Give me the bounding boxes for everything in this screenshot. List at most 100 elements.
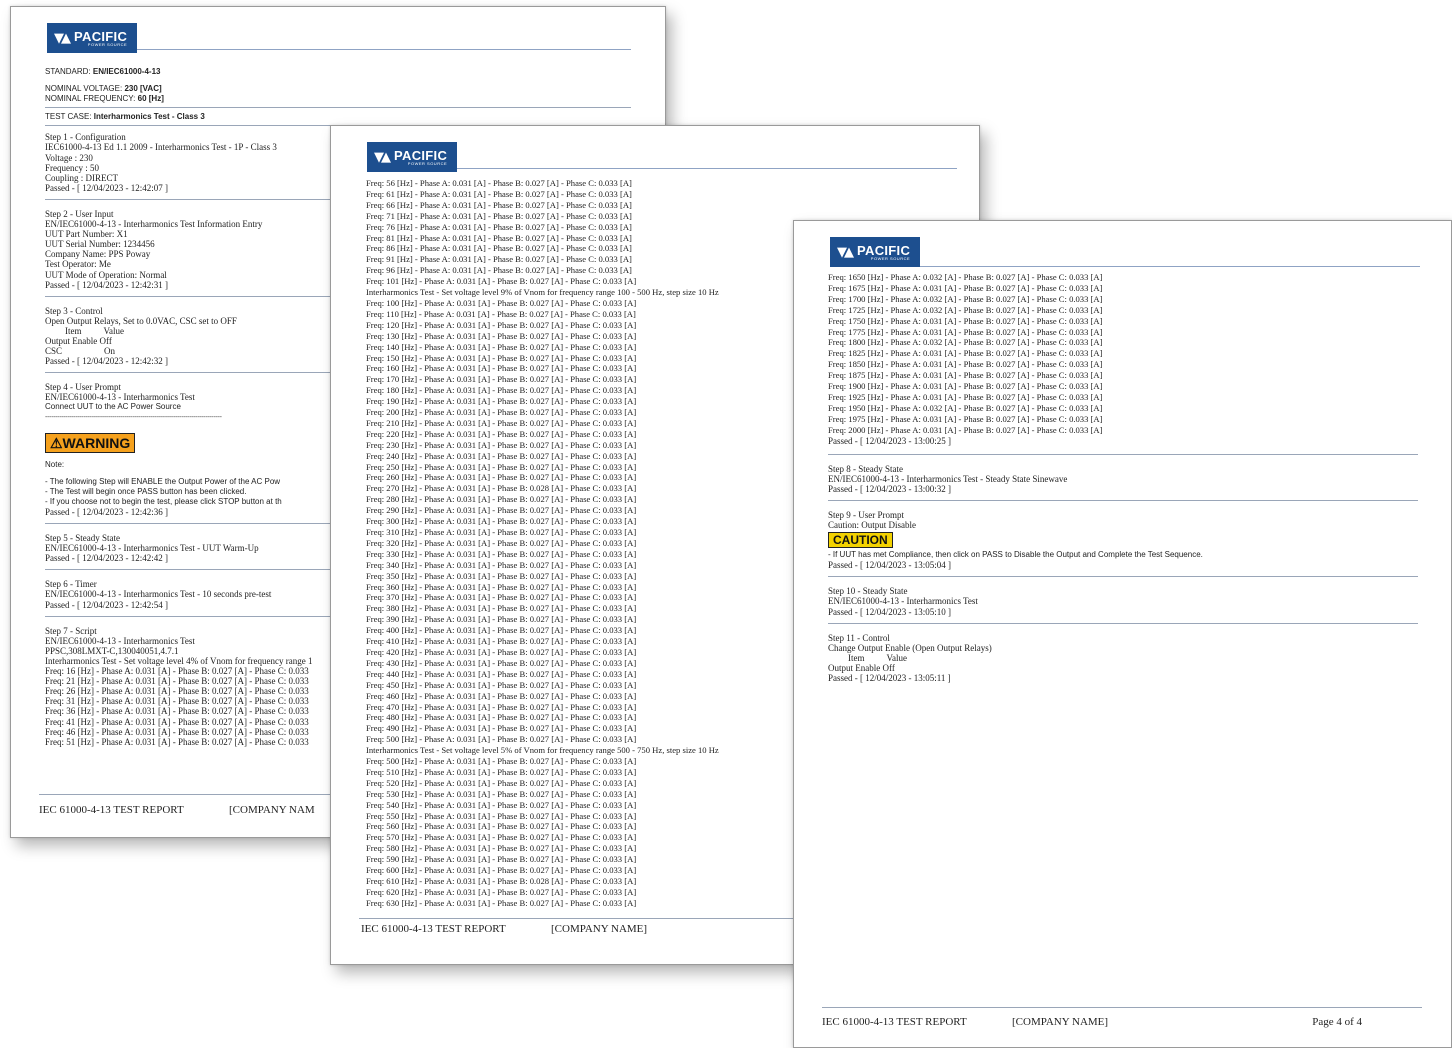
freq-line: Freq: 86 [Hz] - Phase A: 0.031 [A] - Pha… <box>366 243 632 254</box>
freq-line: Freq: 1825 [Hz] - Phase A: 0.031 [A] - P… <box>828 348 1103 359</box>
freq-line: Freq: 1800 [Hz] - Phase A: 0.032 [A] - P… <box>828 337 1103 348</box>
brand-name: PACIFIC <box>857 242 911 258</box>
freq-line: Freq: 81 [Hz] - Phase A: 0.031 [A] - Pha… <box>366 232 632 243</box>
step-8: Step 8 - Steady State EN/IEC61000-4-13 -… <box>828 463 1068 494</box>
pacific-logo-icon: ▼▲ <box>54 30 71 46</box>
step-9: Step 9 - User Prompt Caution: Output Dis… <box>828 509 1203 571</box>
table-cell: Output Enable <box>45 335 98 346</box>
freq-line: Freq: 380 [Hz] - Phase A: 0.031 [A] - Ph… <box>366 603 637 614</box>
frequency-value: 60 [Hz] <box>137 94 164 104</box>
freq-line: Freq: 600 [Hz] - Phase A: 0.031 [A] - Ph… <box>366 865 637 876</box>
freq-line: Freq: 450 [Hz] - Phase A: 0.031 [A] - Ph… <box>366 679 637 690</box>
footer-company: [COMPANY NAME] <box>1012 1016 1109 1028</box>
freq-line: Freq: 101 [Hz] - Phase A: 0.031 [A] - Ph… <box>366 276 637 287</box>
freq-line: Freq: 140 [Hz] - Phase A: 0.031 [A] - Ph… <box>366 341 637 352</box>
freq-line: Freq: 96 [Hz] - Phase A: 0.031 [A] - Pha… <box>366 265 632 276</box>
freq-list: Freq: 56 [Hz] - Phase A: 0.031 [A] - Pha… <box>366 178 719 909</box>
freq-line: Freq: 590 [Hz] - Phase A: 0.031 [A] - Ph… <box>366 854 637 865</box>
brand-tagline: POWER SOURCE <box>407 160 448 166</box>
warning-badge: ⚠WARNING <box>45 432 136 453</box>
freq-line: Freq: 260 [Hz] - Phase A: 0.031 [A] - Ph… <box>366 472 637 483</box>
freq-line: Freq: 390 [Hz] - Phase A: 0.031 [A] - Ph… <box>366 614 637 625</box>
pacific-logo: ▼▲ PACIFIC POWER SOURCE <box>830 237 920 267</box>
page-footer: IEC 61000-4-13 TEST REPORT [COMPANY NAM <box>39 804 315 816</box>
freq-line: Freq: 320 [Hz] - Phase A: 0.031 [A] - Ph… <box>366 537 637 548</box>
table-head-item: Item <box>848 652 865 663</box>
freq-line: Freq: 350 [Hz] - Phase A: 0.031 [A] - Ph… <box>366 570 637 581</box>
freq-line: Freq: 200 [Hz] - Phase A: 0.031 [A] - Ph… <box>366 407 637 418</box>
pacific-logo-icon: ▼▲ <box>837 244 854 260</box>
table-head-value: Value <box>103 325 125 336</box>
freq-line: Freq: 550 [Hz] - Phase A: 0.031 [A] - Ph… <box>366 810 637 821</box>
table-cell: On <box>104 346 116 357</box>
freq-line: Freq: 290 [Hz] - Phase A: 0.031 [A] - Ph… <box>366 505 637 516</box>
freq-line: Freq: 190 [Hz] - Phase A: 0.031 [A] - Ph… <box>366 396 637 407</box>
caution-badge: CAUTION <box>828 532 893 549</box>
freq-line: Freq: 120 [Hz] - Phase A: 0.031 [A] - Ph… <box>366 319 637 330</box>
freq-line: Freq: 210 [Hz] - Phase A: 0.031 [A] - Ph… <box>366 417 637 428</box>
freq-line: Freq: 370 [Hz] - Phase A: 0.031 [A] - Ph… <box>366 592 637 603</box>
footer-rule <box>822 1007 1422 1008</box>
freq-line: Freq: 240 [Hz] - Phase A: 0.031 [A] - Ph… <box>366 450 637 461</box>
freq-line: Freq: 270 [Hz] - Phase A: 0.031 [A] - Ph… <box>366 483 637 494</box>
pacific-logo: ▼▲ PACIFIC POWER SOURCE <box>47 23 137 53</box>
freq-line: Freq: 510 [Hz] - Phase A: 0.031 [A] - Ph… <box>366 766 637 777</box>
header-rule <box>137 49 631 50</box>
footer-title: IEC 61000-4-13 TEST REPORT <box>361 923 506 935</box>
freq-line: Freq: 430 [Hz] - Phase A: 0.031 [A] - Ph… <box>366 657 637 668</box>
footer-page-number: Page 4 of 4 <box>1312 1016 1362 1028</box>
brand-tagline: POWER SOURCE <box>870 255 911 261</box>
freq-line: Freq: 1850 [Hz] - Phase A: 0.031 [A] - P… <box>828 359 1103 370</box>
freq-line: Freq: 440 [Hz] - Phase A: 0.031 [A] - Ph… <box>366 668 637 679</box>
standard-label: STANDARD: <box>45 67 91 76</box>
footer-title: IEC 61000-4-13 TEST REPORT <box>822 1016 967 1028</box>
freq-line: Freq: 500 [Hz] - Phase A: 0.031 [A] - Ph… <box>366 756 637 767</box>
testcase-label: TEST CASE: <box>45 112 92 122</box>
freq-line: Freq: 420 [Hz] - Phase A: 0.031 [A] - Ph… <box>366 646 637 657</box>
freq-line: Freq: 1900 [Hz] - Phase A: 0.031 [A] - P… <box>828 381 1103 392</box>
freq-line: Freq: 66 [Hz] - Phase A: 0.031 [A] - Pha… <box>366 199 632 210</box>
footer-title: IEC 61000-4-13 TEST REPORT <box>39 804 184 816</box>
freq-line: Freq: 56 [Hz] - Phase A: 0.031 [A] - Pha… <box>366 178 632 188</box>
freq-line: Freq: 330 [Hz] - Phase A: 0.031 [A] - Ph… <box>366 548 637 559</box>
freq-line: Freq: 490 [Hz] - Phase A: 0.031 [A] - Ph… <box>366 723 637 734</box>
table-cell: Off <box>882 662 895 673</box>
frequency-label: NOMINAL FREQUENCY: <box>45 94 136 104</box>
freq-line: Freq: 110 [Hz] - Phase A: 0.031 [A] - Ph… <box>366 308 636 319</box>
freq-line: Freq: 340 [Hz] - Phase A: 0.031 [A] - Ph… <box>366 559 637 570</box>
freq-line: Freq: 160 [Hz] - Phase A: 0.031 [A] - Ph… <box>366 363 637 374</box>
table-cell: Output Enable <box>828 662 881 673</box>
freq-line: Freq: 360 [Hz] - Phase A: 0.031 [A] - Ph… <box>366 581 637 592</box>
table-cell: CSC <box>45 346 63 357</box>
step-11: Step 11 - Control Change Output Enable (… <box>828 632 992 683</box>
voltage-value: 230 [VAC] <box>124 84 162 94</box>
freq-line: Freq: 1925 [Hz] - Phase A: 0.031 [A] - P… <box>828 391 1103 402</box>
freq-line: Freq: 71 [Hz] - Phase A: 0.031 [A] - Pha… <box>366 210 632 221</box>
pacific-logo: ▼▲ PACIFIC POWER SOURCE <box>367 142 457 172</box>
footer-company: [COMPANY NAM <box>229 804 315 816</box>
freq-line: Freq: 300 [Hz] - Phase A: 0.031 [A] - Ph… <box>366 516 637 527</box>
freq-line: Freq: 250 [Hz] - Phase A: 0.031 [A] - Ph… <box>366 461 637 472</box>
freq-line: Freq: 570 [Hz] - Phase A: 0.031 [A] - Ph… <box>366 832 637 843</box>
table-head-value: Value <box>886 652 908 663</box>
freq-line: Freq: 150 [Hz] - Phase A: 0.031 [A] - Ph… <box>366 352 637 363</box>
freq-line: Freq: 1650 [Hz] - Phase A: 0.032 [A] - P… <box>828 272 1103 282</box>
freq-line: Freq: 100 [Hz] - Phase A: 0.031 [A] - Ph… <box>366 297 637 308</box>
freq-line: Freq: 540 [Hz] - Phase A: 0.031 [A] - Ph… <box>366 799 637 810</box>
brand-name: PACIFIC <box>394 147 448 163</box>
report-body: Freq: 56 [Hz] - Phase A: 0.031 [A] - Pha… <box>366 178 719 909</box>
freq-line: Freq: 61 [Hz] - Phase A: 0.031 [A] - Pha… <box>366 188 632 199</box>
freq-line: Freq: 230 [Hz] - Phase A: 0.031 [A] - Ph… <box>366 439 637 450</box>
freq-line: Freq: 91 [Hz] - Phase A: 0.031 [A] - Pha… <box>366 254 632 265</box>
report-body: Freq: 1650 [Hz] - Phase A: 0.032 [A] - P… <box>828 272 1418 683</box>
freq-list: Freq: 1650 [Hz] - Phase A: 0.032 [A] - P… <box>828 272 1418 436</box>
freq-line: Freq: 76 [Hz] - Phase A: 0.031 [A] - Pha… <box>366 221 632 232</box>
header-rule <box>457 168 957 169</box>
footer-company: [COMPANY NAME] <box>551 923 648 935</box>
page-footer: IEC 61000-4-13 TEST REPORT [COMPANY NAME… <box>361 923 647 935</box>
freq-line: Freq: 130 [Hz] - Phase A: 0.031 [A] - Ph… <box>366 330 637 341</box>
freq-line: Freq: 400 [Hz] - Phase A: 0.031 [A] - Ph… <box>366 625 637 636</box>
freq-line: Freq: 1775 [Hz] - Phase A: 0.031 [A] - P… <box>828 326 1103 337</box>
freq-line: Freq: 470 [Hz] - Phase A: 0.031 [A] - Ph… <box>366 701 637 712</box>
table-head-item: Item <box>65 325 82 336</box>
